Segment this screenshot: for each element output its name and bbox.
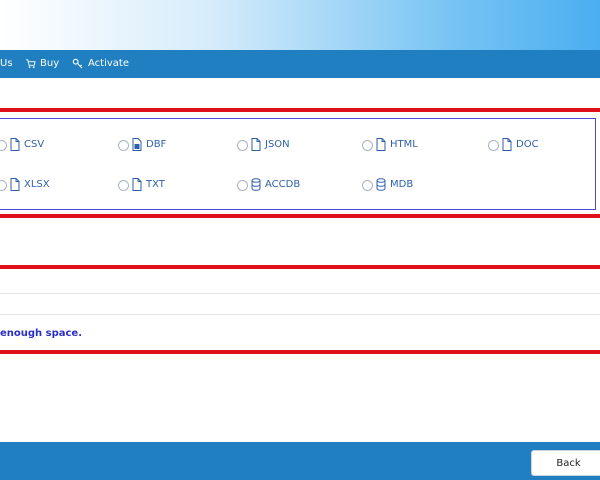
radio-button[interactable]	[118, 140, 129, 151]
menu-item-label: Buy	[40, 58, 60, 69]
format-options-group	[0, 118, 596, 210]
format-label: DBF	[146, 139, 167, 150]
file-icon	[10, 178, 20, 191]
highlight-line	[0, 350, 600, 354]
radio-button[interactable]	[237, 140, 248, 151]
file-icon	[376, 138, 386, 151]
file-icon	[502, 138, 512, 151]
divider	[0, 314, 600, 315]
radio-button[interactable]	[118, 180, 129, 191]
menu-item-label: Activate	[88, 58, 129, 69]
highlight-line	[0, 265, 600, 269]
file-icon	[251, 138, 261, 151]
menu-bar: Us Buy Activate	[0, 50, 600, 78]
format-label: DOC	[516, 139, 539, 150]
database-icon	[251, 178, 261, 191]
format-label: JSON	[265, 139, 290, 150]
radio-button[interactable]	[362, 140, 373, 151]
radio-button[interactable]	[488, 140, 499, 151]
format-label: TXT	[146, 179, 165, 190]
cart-icon	[25, 59, 36, 69]
bottom-bar	[0, 442, 600, 480]
format-label: XLSX	[24, 179, 50, 190]
key-icon	[72, 58, 83, 69]
database-file-icon	[132, 138, 142, 151]
back-button[interactable]: Back	[531, 450, 600, 476]
divider	[0, 293, 600, 294]
radio-button[interactable]	[362, 180, 373, 191]
format-label: MDB	[390, 179, 414, 190]
status-message: enough space.	[0, 328, 83, 339]
format-label: HTML	[390, 139, 418, 150]
highlight-line	[0, 108, 600, 112]
format-label: ACCDB	[265, 179, 301, 190]
radio-button[interactable]	[237, 180, 248, 191]
database-icon	[376, 178, 386, 191]
format-label: CSV	[24, 139, 45, 150]
title-bar	[0, 0, 600, 50]
menu-item-label: Us	[0, 58, 13, 69]
highlight-line	[0, 214, 600, 218]
file-icon	[10, 138, 20, 151]
file-icon	[132, 178, 142, 191]
